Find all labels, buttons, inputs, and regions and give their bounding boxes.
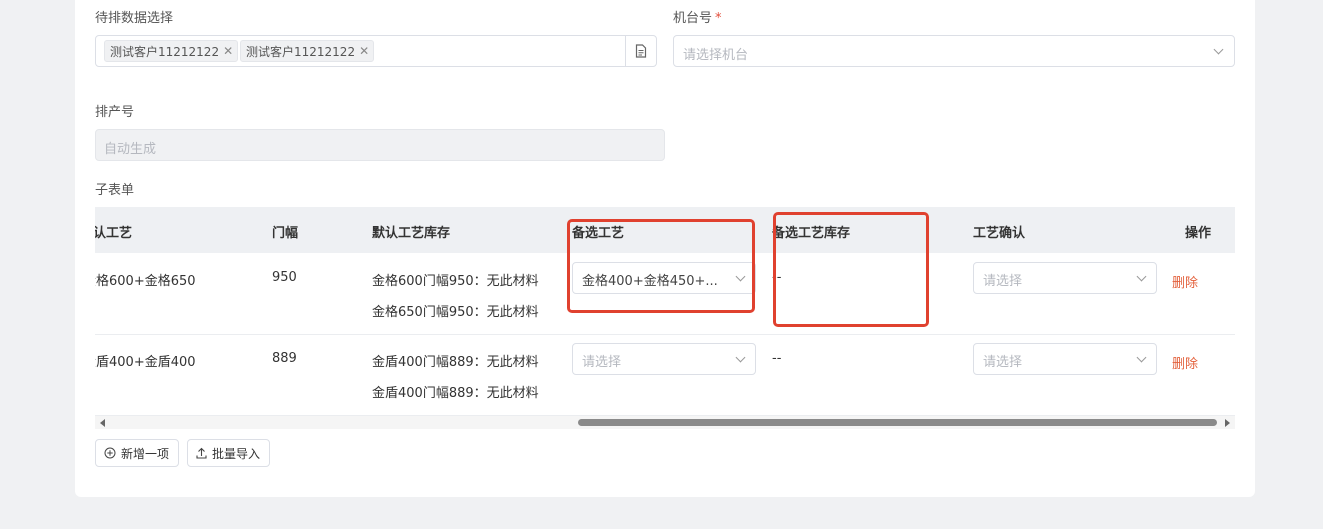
chevron-down-icon bbox=[1213, 44, 1224, 55]
cell-stock-line: 金盾400门幅889：无此材料 bbox=[372, 386, 539, 401]
document-icon bbox=[635, 44, 647, 58]
column-header-default-stock: 默认工艺库存 bbox=[372, 226, 451, 241]
file-picker-button[interactable] bbox=[625, 36, 656, 66]
add-item-button[interactable]: 新增一项 bbox=[95, 439, 180, 467]
confirm-select[interactable]: 请选择 bbox=[973, 262, 1157, 294]
cell-width: 889 bbox=[272, 351, 297, 366]
pending-tag-label: 测试客户11212122 bbox=[246, 44, 356, 59]
cell-default-process: 金格600+金格650 bbox=[95, 274, 196, 289]
pending-tag: 测试客户11212122 ✕ bbox=[240, 40, 375, 62]
close-icon[interactable]: ✕ bbox=[359, 44, 369, 58]
schedule-input: 自动生成 bbox=[95, 129, 665, 161]
column-header-action: 操作 bbox=[1185, 226, 1212, 241]
scroll-right-arrow-icon[interactable] bbox=[1225, 419, 1230, 427]
chevron-down-icon bbox=[1136, 352, 1147, 363]
row-divider bbox=[95, 334, 1235, 335]
cell-stock-line: 金格600门幅950：无此材料 bbox=[372, 274, 539, 289]
chevron-down-icon bbox=[1136, 271, 1147, 282]
alt-process-placeholder: 请选择 bbox=[582, 355, 622, 370]
confirm-select-placeholder: 请选择 bbox=[983, 274, 1023, 289]
cell-stock-line: 金盾400门幅889：无此材料 bbox=[372, 355, 539, 370]
schedule-label: 排产号 bbox=[95, 105, 135, 120]
pending-data-label: 待排数据选择 bbox=[95, 11, 174, 26]
cell-width: 950 bbox=[272, 270, 297, 285]
subform-label: 子表单 bbox=[95, 183, 135, 198]
batch-import-button[interactable]: 批量导入 bbox=[187, 439, 271, 467]
highlight-box-alt-process bbox=[567, 219, 755, 313]
column-header-default-process: 默认工艺 bbox=[95, 226, 133, 241]
pending-tag: 测试客户11212122 ✕ bbox=[104, 40, 239, 62]
confirm-select[interactable]: 请选择 bbox=[973, 343, 1157, 375]
batch-import-label: 批量导入 bbox=[212, 446, 261, 461]
add-item-label: 新增一项 bbox=[121, 446, 170, 461]
delete-row-link[interactable]: 删除 bbox=[1172, 272, 1198, 291]
machine-select-placeholder: 请选择机台 bbox=[683, 48, 749, 63]
pending-data-select[interactable]: 测试客户11212122 ✕ 测试客户11212122 ✕ bbox=[95, 35, 657, 67]
schedule-input-placeholder: 自动生成 bbox=[104, 142, 157, 157]
machine-select[interactable]: 请选择机台 bbox=[673, 35, 1235, 67]
column-header-width: 门幅 bbox=[272, 226, 299, 241]
cell-alt-stock: -- bbox=[772, 351, 782, 366]
delete-row-link[interactable]: 删除 bbox=[1172, 353, 1198, 372]
plus-circle-icon bbox=[104, 447, 116, 459]
horizontal-scrollbar[interactable] bbox=[95, 416, 1235, 429]
close-icon[interactable]: ✕ bbox=[223, 44, 233, 58]
cell-default-process: 金盾400+金盾400 bbox=[95, 355, 196, 370]
alt-process-select[interactable]: 请选择 bbox=[572, 343, 756, 375]
confirm-select-placeholder: 请选择 bbox=[983, 355, 1023, 370]
pending-tag-label: 测试客户11212122 bbox=[110, 44, 220, 59]
required-mark: * bbox=[715, 11, 722, 26]
machine-label-text: 机台号 bbox=[673, 11, 713, 26]
upload-icon bbox=[196, 447, 207, 459]
column-header-confirm: 工艺确认 bbox=[973, 226, 1026, 241]
cell-stock-line: 金格650门幅950：无此材料 bbox=[372, 305, 539, 320]
scroll-left-arrow-icon[interactable] bbox=[100, 419, 105, 427]
highlight-box-alt-stock bbox=[773, 212, 929, 327]
machine-label: 机台号 * bbox=[673, 7, 722, 26]
scrollbar-thumb[interactable] bbox=[578, 419, 1217, 426]
chevron-down-icon bbox=[735, 352, 746, 363]
